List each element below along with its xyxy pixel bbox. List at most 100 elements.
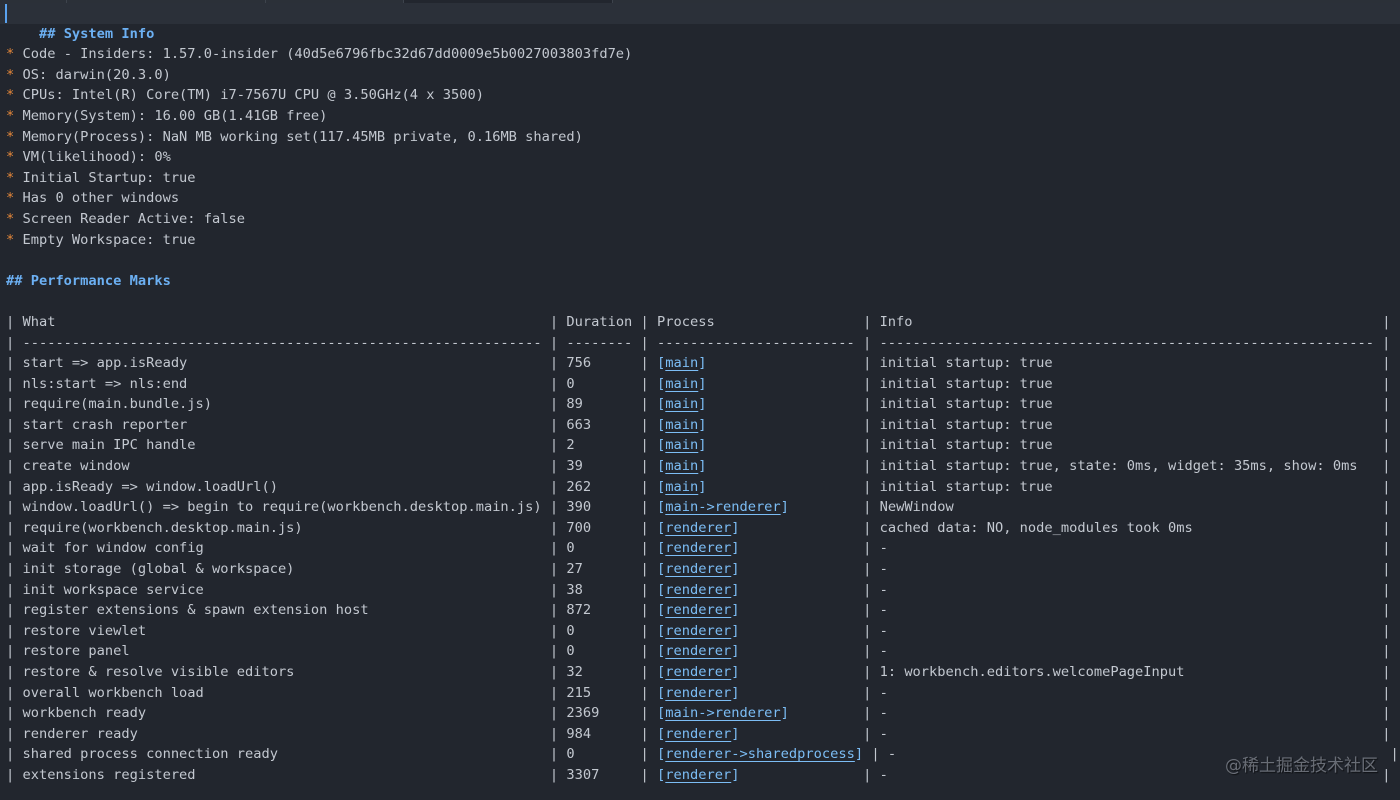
table-pipe: |	[1382, 746, 1399, 763]
process-link[interactable]: main	[665, 479, 698, 495]
what-cell: restore panel	[22, 643, 542, 660]
process-link[interactable]: main	[665, 355, 698, 371]
performance-marks-heading-line: ## Performance Marks	[0, 271, 1400, 292]
table-pipe: |	[632, 355, 658, 372]
table-separator-row: | --------------------------------------…	[6, 334, 1391, 351]
table-pipe: |	[632, 540, 658, 557]
process-link[interactable]: renderer	[665, 623, 731, 639]
bracket: ]	[731, 540, 740, 557]
process-cell: [renderer]	[657, 520, 855, 536]
process-link[interactable]: main->renderer	[665, 499, 780, 515]
process-cell: [renderer]	[657, 685, 855, 701]
table-pipe: |	[1374, 602, 1391, 619]
table-pipe: |	[6, 519, 23, 536]
process-link[interactable]: renderer	[665, 561, 731, 577]
process-link[interactable]: renderer	[665, 685, 731, 701]
table-pipe: |	[541, 622, 567, 639]
process-link[interactable]: renderer	[665, 540, 731, 556]
system-info-item: * Has 0 other windows	[0, 188, 1400, 209]
info-cell: -	[879, 622, 1375, 639]
process-link[interactable]: renderer	[665, 582, 731, 598]
table-pipe: |	[6, 437, 23, 454]
watermark: @稀土掘金技术社区	[1225, 756, 1378, 776]
duration-cell: 390	[566, 499, 633, 516]
performance-marks-table: | What | Duration | Process | Info | | --…	[0, 312, 1400, 786]
table-pipe: |	[6, 375, 23, 392]
table-pipe: |	[541, 766, 567, 783]
table-header-row: | What | Duration | Process | Info |	[0, 312, 1400, 333]
table-pipe: |	[632, 766, 658, 783]
process-link[interactable]: main	[665, 417, 698, 433]
duration-cell: 2369	[566, 705, 633, 722]
process-cell: [renderer]	[657, 767, 855, 783]
bracket: ]	[731, 561, 740, 578]
table-pipe: |	[6, 355, 23, 372]
bullet-icon: *	[6, 128, 15, 145]
table-pipe: |	[541, 519, 567, 536]
table-pipe: |	[854, 313, 880, 330]
table-pipe: |	[541, 458, 567, 475]
bracket: ]	[731, 602, 740, 619]
markdown-editor[interactable]: ## System Info * Code - Insiders: 1.57.0…	[0, 3, 1400, 800]
bracket: ]	[854, 746, 864, 763]
table-pipe: |	[6, 499, 23, 516]
process-link[interactable]: renderer	[665, 664, 731, 680]
system-info-text: Code - Insiders: 1.57.0-insider (40d5e67…	[14, 46, 633, 63]
table-pipe: |	[632, 643, 658, 660]
duration-cell: 0	[566, 622, 633, 639]
column-header-process: Process	[657, 313, 855, 330]
table-row: | nls:start => nls:end | 0 | [main] | in…	[0, 374, 1400, 395]
what-cell: create window	[22, 458, 542, 475]
process-link[interactable]: renderer	[665, 643, 731, 659]
table-pipe: |	[1374, 458, 1391, 475]
bracket: ]	[698, 375, 707, 392]
process-cell: [renderer->sharedprocess]	[657, 746, 863, 762]
info-cell: -	[879, 684, 1375, 701]
what-cell: init workspace service	[22, 581, 542, 598]
table-pipe: |	[1374, 540, 1391, 557]
table-pipe: |	[854, 375, 880, 392]
info-cell: initial startup: true, state: 0ms, widge…	[879, 458, 1375, 475]
system-info-heading-line: ## System Info	[0, 3, 1400, 42]
table-pipe: |	[1374, 355, 1391, 372]
table-pipe: |	[632, 437, 658, 454]
table-row: | serve main IPC handle | 2 | [main] | i…	[0, 435, 1400, 456]
bracket: ]	[731, 766, 740, 783]
what-cell: restore & resolve visible editors	[22, 664, 542, 680]
table-pipe: |	[541, 416, 567, 433]
process-cell: [main]	[657, 355, 855, 371]
table-pipe: |	[6, 313, 23, 330]
bracket: ]	[780, 705, 789, 722]
process-link[interactable]: renderer	[665, 520, 731, 536]
process-link[interactable]: main	[665, 396, 698, 412]
process-link[interactable]: renderer->sharedprocess	[665, 746, 855, 762]
table-pipe: |	[6, 746, 23, 763]
table-pipe: |	[854, 705, 880, 722]
process-link[interactable]: main	[665, 437, 698, 453]
what-cell: register extensions & spawn extension ho…	[22, 602, 542, 619]
table-pipe: |	[632, 519, 658, 536]
table-pipe: |	[854, 519, 880, 536]
process-link[interactable]: renderer	[665, 726, 731, 742]
process-cell: [main]	[657, 417, 855, 433]
system-info-item: * OS: darwin(20.3.0)	[0, 65, 1400, 86]
table-pipe: |	[632, 725, 658, 742]
process-link[interactable]: renderer	[665, 602, 731, 618]
process-cell: [renderer]	[657, 726, 855, 742]
process-cell: [main->renderer]	[657, 499, 855, 515]
process-link[interactable]: renderer	[665, 767, 731, 783]
process-link[interactable]: main	[665, 376, 698, 392]
process-cell: [renderer]	[657, 602, 855, 618]
table-pipe: |	[541, 725, 567, 742]
process-link[interactable]: main->renderer	[665, 705, 780, 721]
info-cell: -	[879, 561, 1375, 578]
process-link[interactable]: main	[665, 458, 698, 474]
info-cell: -	[879, 602, 1375, 619]
what-cell: overall workbench load	[22, 684, 542, 701]
bullet-icon: *	[6, 169, 15, 186]
duration-cell: 872	[566, 602, 633, 619]
table-pipe: |	[1374, 684, 1391, 701]
table-row: | require(workbench.desktop.main.js) | 7…	[0, 518, 1400, 539]
table-row: | init workspace service | 38 | [rendere…	[0, 580, 1400, 601]
